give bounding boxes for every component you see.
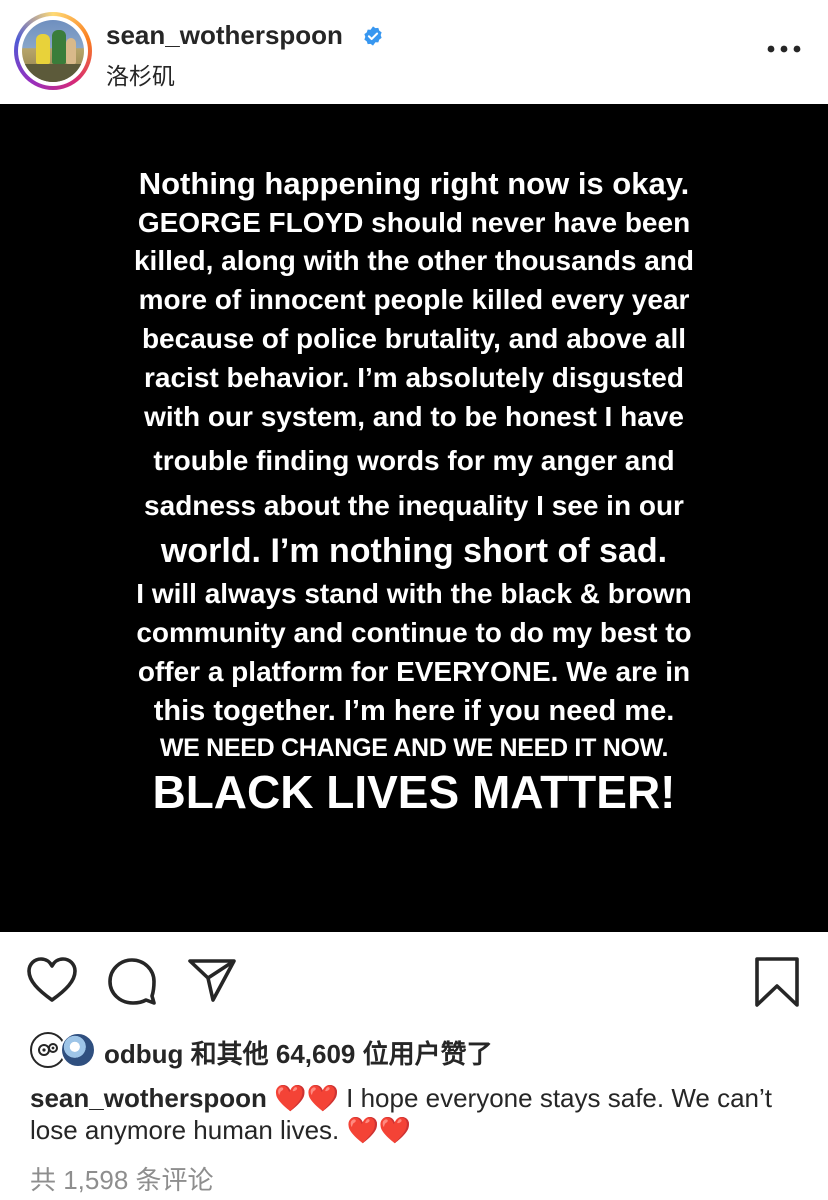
verified-badge-icon <box>364 26 382 46</box>
post-text-line: Nothing happening right now is okay. <box>138 166 690 201</box>
post-text-line: trouble finding words for my anger and <box>153 445 675 476</box>
post-image[interactable]: Nothing happening right now is okay. GEO… <box>0 104 828 932</box>
share-icon[interactable] <box>186 956 238 1004</box>
post-text-line: with our system, and to be honest I have <box>144 401 684 432</box>
post-text-line: sadness about the inequality I see in ou… <box>144 490 684 521</box>
post-text-line: offer a platform for EVERYONE. We are in <box>137 656 691 687</box>
heart-icon[interactable] <box>26 956 78 1004</box>
bookmark-icon[interactable] <box>752 956 802 1008</box>
liker-avatar-icon <box>38 1043 58 1056</box>
view-comments-link[interactable]: 共 1,598 条评论 <box>30 1160 214 1197</box>
post-text-line: more of innocent people killed every yea… <box>138 284 690 315</box>
likes-count-text[interactable]: odbug 和其他 64,609 位用户赞了 <box>104 1034 493 1071</box>
post-text-line: community and continue to do my best to <box>136 617 692 648</box>
more-options-icon[interactable] <box>765 38 805 60</box>
post-text-line: BLACK LIVES MATTER! <box>152 766 676 818</box>
location-link[interactable]: 洛杉矶 <box>106 57 175 91</box>
comment-icon[interactable] <box>106 956 158 1006</box>
liker-avatar <box>60 1032 96 1068</box>
post-text-line: because of police brutality, and above a… <box>141 323 687 354</box>
post-text-line: I will always stand with the black & bro… <box>136 578 692 609</box>
post-text-line: WE NEED CHANGE AND WE NEED IT NOW. <box>159 734 669 762</box>
likes-summary[interactable]: odbug 和其他 64,609 位用户赞了 <box>30 1030 810 1070</box>
avatar-photo <box>22 20 84 82</box>
post-text-line: killed, along with the other thousands a… <box>133 245 695 276</box>
post-header: sean_wotherspoon 洛杉矶 <box>0 0 828 104</box>
post-caption: sean_wotherspoon ❤️❤️ I hope everyone st… <box>30 1082 805 1146</box>
post-image-text: Nothing happening right now is okay. GEO… <box>70 168 758 815</box>
post-text-line: GEORGE FLOYD should never have been <box>137 207 691 238</box>
caption-username[interactable]: sean_wotherspoon <box>30 1083 267 1113</box>
post-text-line: racist behavior. I’m absolutely disguste… <box>144 362 684 393</box>
post-text-line: this together. I’m here if you need me. <box>153 695 675 727</box>
username-link[interactable]: sean_wotherspoon <box>106 20 343 51</box>
post-text-line: world. I’m nothing short of sad. <box>160 532 668 570</box>
profile-avatar[interactable] <box>14 12 92 90</box>
